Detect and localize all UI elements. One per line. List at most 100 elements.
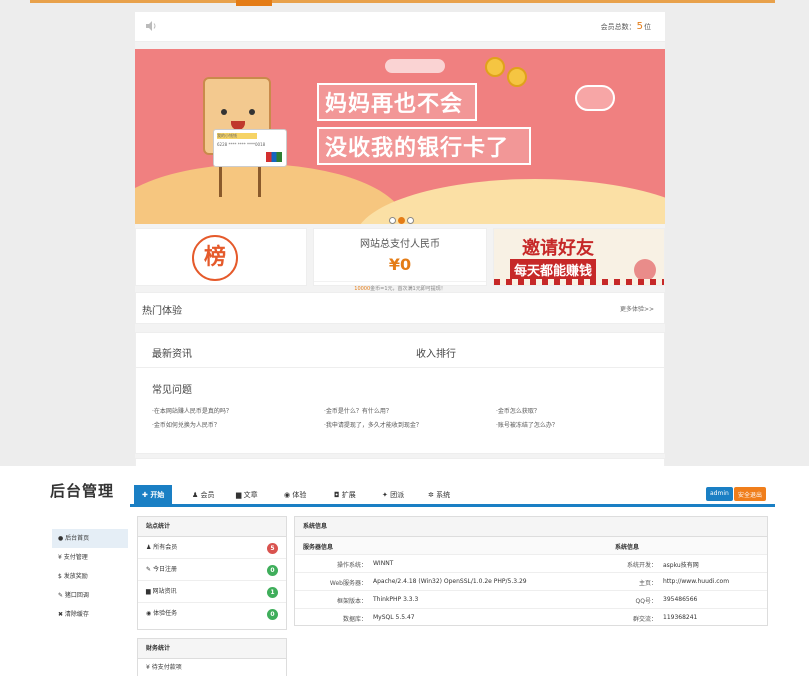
nav-start[interactable]: ✚ 开始 [134, 485, 173, 504]
faq-item[interactable]: ·账号被冻结了怎么办？ [496, 420, 558, 429]
coin-icon [507, 67, 527, 87]
main-content: 会员总数：5位 我的小钱钱 6228 **** **** ****0018 妈妈… [135, 12, 665, 466]
nav-group-label: 团派 [390, 491, 405, 499]
sidebar-item-clear-cache[interactable]: ✖ 清除缓存 [52, 605, 128, 624]
card-number: 6228 **** **** ****0018 [217, 142, 266, 147]
faq-item[interactable]: ·金币如何兑换为人民币？ [152, 420, 220, 429]
member-count-label: 会员总数： [600, 23, 636, 31]
rank-icon: 榜 [192, 235, 238, 281]
user-icon: ♟ [192, 491, 201, 499]
stat-badge: 1 [267, 587, 278, 598]
qq-value: 395486566 [663, 596, 698, 603]
nav-members[interactable]: ♟ 会员 [192, 490, 215, 500]
member-count: 会员总数：5位 [601, 21, 651, 32]
star-icon: ✦ [382, 491, 391, 499]
carousel-dots [388, 209, 415, 224]
web-server-value: Apache/2.4.18 (Win32) OpenSSL/1.0.2e PHP… [373, 578, 527, 585]
faq-item[interactable]: ·金币是什么？有什么用？ [324, 406, 392, 415]
more-experience-link[interactable]: 更多体验>> [620, 304, 654, 313]
invite-subtitle: 每天都能赚钱 [510, 259, 597, 280]
slogan-line-1: 妈妈再也不会 [317, 83, 477, 121]
group-label: 群交流： [632, 616, 657, 623]
faq-item[interactable]: ·金币怎么获取？ [496, 406, 540, 415]
faq-item[interactable]: ·我申请提现了，多久才能收到现金？ [324, 420, 422, 429]
mascot-eye [249, 109, 255, 115]
faq-title: 常见问题 [152, 385, 192, 396]
stat-row-today[interactable]: ✎ 今日注册 0 [138, 559, 286, 581]
stat-row-members[interactable]: ♟ 所有会员 5 [138, 537, 286, 559]
stat-label: 网站资讯 [152, 588, 177, 595]
pay-total-title: 网站总支付人民币 [360, 239, 440, 250]
top-nav-line [30, 0, 775, 3]
sidebar-item-payment[interactable]: ¥ 支付管理 [52, 548, 128, 567]
system-info-panel: 系统信息 服务器信息 系统信息 操作系统： WINNT 系统开发： aspku技… [294, 516, 768, 626]
stat-badge: 5 [267, 543, 278, 554]
piggy-bank-icon [575, 85, 615, 111]
speaker-icon [146, 21, 156, 31]
faq-item[interactable]: ·在本网站赚人民币是真的吗？ [152, 406, 232, 415]
mascot-eye [221, 109, 227, 115]
next-section-edge [135, 458, 665, 466]
sidebar-item-rewards[interactable]: $ 发放奖励 [52, 567, 128, 586]
finance-stats-panel: 财务统计 ¥ 待支付款项 [137, 638, 287, 676]
hot-experience-section: 热门体验 更多体验>> [135, 292, 665, 324]
unionpay-logo [266, 152, 282, 162]
invite-friends-box[interactable]: 邀请好友 每天都能赚钱 [493, 228, 665, 286]
pay-total-amount: ¥0 [388, 255, 412, 274]
nav-group[interactable]: ✦ 团派 [382, 490, 404, 500]
pending-payments-row[interactable]: ¥ 待支付款项 [138, 659, 286, 676]
carousel-dot-active[interactable] [398, 217, 405, 224]
member-count-value: 5 [636, 21, 643, 32]
nav-extensions[interactable]: ◘ 扩展 [334, 490, 356, 500]
nav-extensions-label: 扩展 [341, 491, 356, 499]
feature-boxes: 榜 网站总支付人民币 ¥0 10000金币=1元，首次满1元即可提现！ 邀请好友… [135, 228, 665, 292]
promo-banner[interactable]: 我的小钱钱 6228 **** **** ****0018 妈妈再也不会 没收我… [135, 49, 665, 224]
homepage-label: 主页： [638, 580, 657, 587]
news-title[interactable]: 最新资讯 [152, 345, 192, 360]
nav-experience[interactable]: ◉ 体验 [284, 490, 306, 500]
homepage-link[interactable]: http://www.huudi.com [663, 578, 729, 585]
stat-row-news[interactable]: ▆ 网站资讯 1 [138, 581, 286, 603]
extension-icon: ◘ [334, 491, 342, 499]
banner-slogan: 妈妈再也不会 没收我的银行卡了 [317, 83, 537, 173]
logout-button[interactable]: 安全退出 [734, 487, 767, 501]
sidebar-item-label: 后台首页 [65, 535, 90, 542]
framework-label: 框架版本： [336, 598, 367, 605]
nav-articles-label: 文章 [243, 491, 258, 499]
sys-row: 框架版本： ThinkPHP 3.3.3 QQ号： 395486566 [295, 591, 767, 609]
sidebar-item-callback[interactable]: ✎ 猪口回调 [52, 586, 128, 605]
admin-logo: 后台管理 [50, 482, 115, 500]
stat-label: 今日注册 [152, 566, 177, 573]
carousel-dot[interactable] [407, 217, 414, 224]
income-rank-title[interactable]: 收入排行 [416, 345, 456, 360]
stat-label: 所有会员 [153, 544, 178, 551]
nav-members-label: 会员 [200, 491, 215, 499]
file-icon: ▆ [236, 491, 244, 499]
os-value: WINNT [373, 560, 394, 567]
system-info-header-row: 服务器信息 系统信息 [295, 537, 767, 555]
carousel-dot[interactable] [389, 217, 396, 224]
mascot-legs [219, 167, 261, 197]
nav-system-label: 系统 [436, 491, 451, 499]
nav-articles[interactable]: ▆ 文章 [236, 490, 258, 500]
qq-label: QQ号： [635, 598, 657, 605]
rank-box[interactable]: 榜 [135, 228, 307, 286]
site-stats-panel: 站点统计 ♟ 所有会员 5 ✎ 今日注册 0 ▆ 网站资讯 1 ◉ 体验任务 0 [137, 516, 287, 630]
database-label: 数据库： [342, 616, 367, 623]
stat-row-tasks[interactable]: ◉ 体验任务 0 [138, 603, 286, 625]
web-server-label: Web服务器： [329, 580, 367, 587]
flower-decoration [634, 259, 656, 281]
cloud-decoration [385, 59, 445, 73]
admin-user-badge[interactable]: admin [706, 487, 733, 501]
nav-experience-label: 体验 [292, 491, 307, 499]
nav-start-label: 开始 [150, 491, 165, 499]
developer-label: 系统开发： [626, 562, 657, 569]
front-site-screenshot: 会员总数：5位 我的小钱钱 6228 **** **** ****0018 妈妈… [0, 0, 809, 466]
admin-sidebar: ● 后台首页 ¥ 支付管理 $ 发放奖励 ✎ 猪口回调 ✖ 清除缓存 [52, 529, 128, 624]
nav-system[interactable]: ✲ 系统 [428, 490, 450, 500]
slogan-line-2: 没收我的银行卡了 [317, 127, 531, 165]
site-stats-title: 站点统计 [138, 517, 286, 537]
sidebar-item-home[interactable]: ● 后台首页 [52, 529, 128, 548]
system-info-heading: 系统信息 [615, 544, 640, 551]
bank-card: 我的小钱钱 6228 **** **** ****0018 [213, 129, 287, 167]
